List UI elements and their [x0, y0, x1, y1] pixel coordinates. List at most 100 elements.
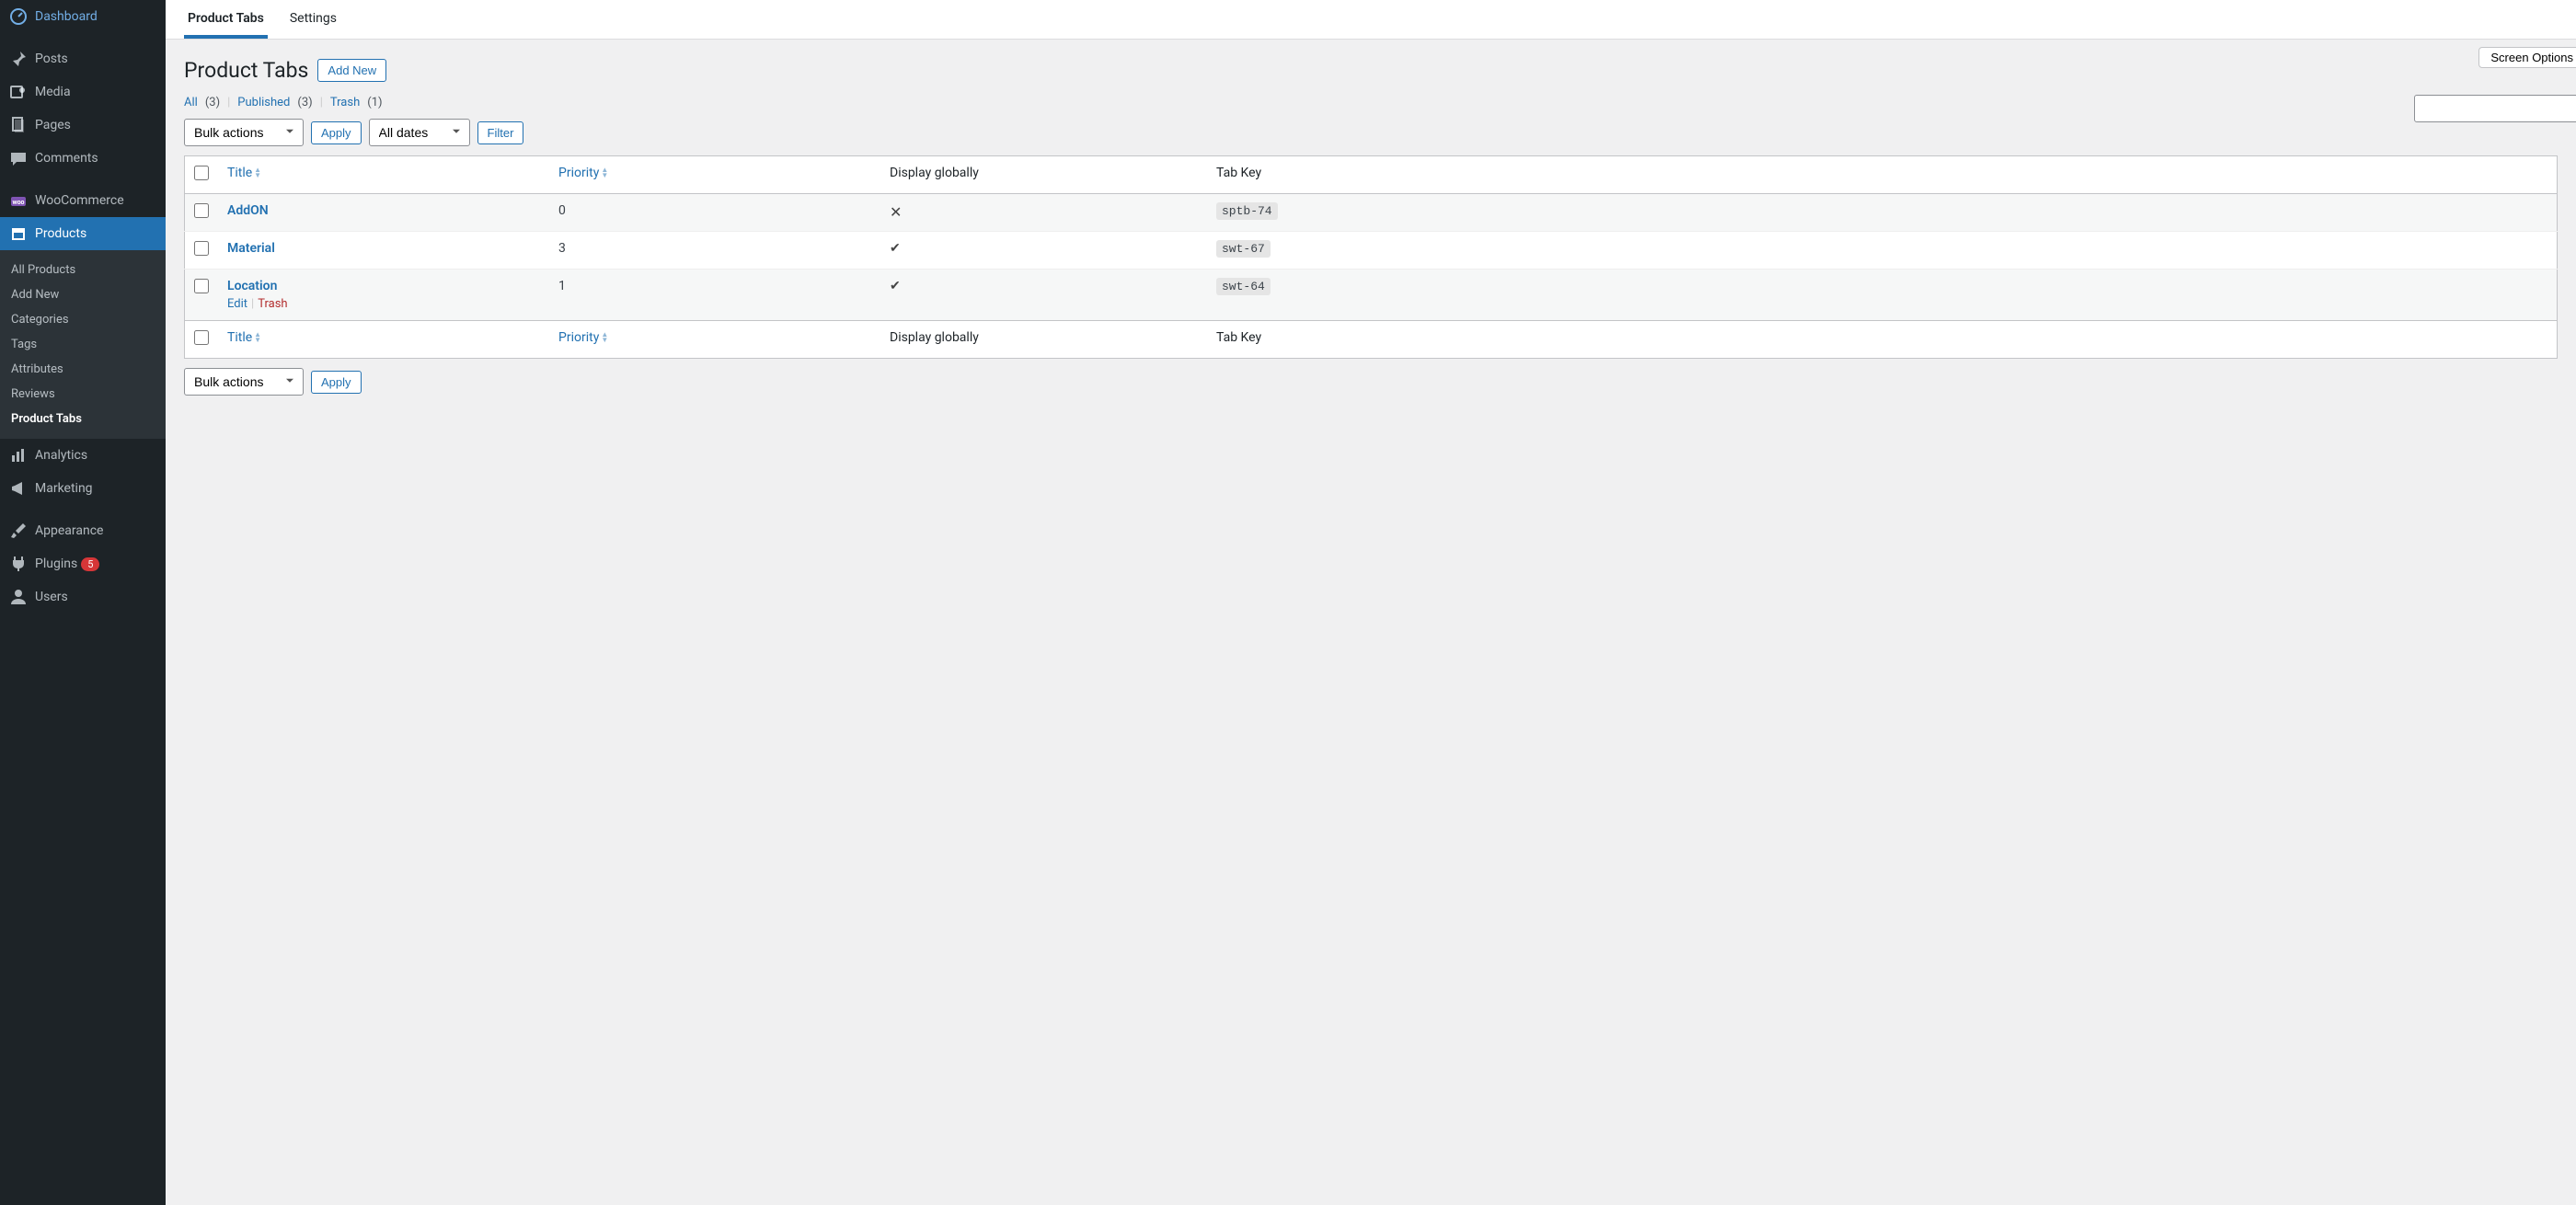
page-icon: [9, 116, 28, 134]
menu-pages[interactable]: Pages: [0, 109, 166, 142]
menu-posts[interactable]: Posts: [0, 42, 166, 75]
row-title-link[interactable]: Location: [227, 279, 277, 293]
menu-label: Plugins: [35, 557, 77, 571]
sort-icon: ▲▼: [601, 332, 608, 343]
submenu-tags[interactable]: Tags: [0, 332, 166, 357]
sort-icon: ▲▼: [254, 167, 261, 178]
filter-all[interactable]: All: [184, 96, 198, 109]
menu-comments[interactable]: Comments: [0, 142, 166, 175]
menu-plugins[interactable]: Plugins 5: [0, 547, 166, 580]
apply-bulk-button-bottom[interactable]: Apply: [311, 371, 362, 394]
filter-all-count: (3): [205, 96, 220, 109]
title-column-footer[interactable]: Title▲▼: [227, 330, 261, 345]
row-title-link[interactable]: AddON: [227, 203, 269, 218]
menu-label: Media: [35, 85, 71, 99]
media-icon: [9, 83, 28, 101]
tabkey-column-header: Tab Key: [1216, 166, 1261, 180]
menu-label: Posts: [35, 52, 68, 66]
menu-media[interactable]: Media: [0, 75, 166, 109]
pin-icon: [9, 50, 28, 68]
filter-published-count: (3): [297, 96, 312, 109]
comment-icon: [9, 149, 28, 167]
filter-trash-count: (1): [367, 96, 382, 109]
row-actions: Edit|Trash: [227, 297, 540, 311]
title-column-header[interactable]: Title▲▼: [227, 166, 261, 180]
bulk-actions-bottom: Bulk actions Apply: [184, 368, 2558, 396]
global-column-header: Display globally: [890, 166, 979, 180]
tab-settings[interactable]: Settings: [286, 0, 340, 39]
dashboard-icon: [9, 7, 28, 26]
submenu-attributes[interactable]: Attributes: [0, 357, 166, 382]
row-checkbox[interactable]: [194, 279, 209, 293]
brush-icon: [9, 522, 28, 540]
bulk-actions-top: Bulk actions Apply All dates Filter: [184, 119, 2558, 146]
filter-trash[interactable]: Trash: [330, 96, 360, 109]
search-input[interactable]: [2414, 95, 2576, 122]
menu-marketing[interactable]: Marketing: [0, 472, 166, 505]
table-row: Material 3 ✔ swt-67: [185, 232, 2558, 270]
row-tabkey: swt-64: [1216, 278, 1271, 295]
yes-icon: ✔: [890, 279, 901, 293]
menu-label: WooCommerce: [35, 193, 124, 208]
yes-icon: ✔: [890, 241, 901, 256]
date-filter-select[interactable]: All dates: [369, 119, 470, 146]
no-icon: ✕: [890, 203, 902, 221]
screen-options-button[interactable]: Screen Options: [2478, 47, 2576, 68]
submenu-reviews[interactable]: Reviews: [0, 382, 166, 407]
submenu-add-new[interactable]: Add New: [0, 282, 166, 307]
select-all-checkbox-footer[interactable]: [194, 330, 209, 345]
products-submenu: All Products Add New Categories Tags Att…: [0, 250, 166, 439]
chart-icon: [9, 446, 28, 465]
global-column-footer: Display globally: [890, 330, 979, 345]
select-all-checkbox[interactable]: [194, 166, 209, 180]
row-priority: 1: [549, 270, 880, 321]
row-checkbox[interactable]: [194, 241, 209, 256]
menu-users[interactable]: Users: [0, 580, 166, 614]
plugin-update-badge: 5: [81, 557, 99, 571]
svg-text:woo: woo: [12, 199, 24, 206]
table-row: AddON 0 ✕ sptb-74: [185, 194, 2558, 232]
table-row: Location Edit|Trash 1 ✔ swt-64: [185, 270, 2558, 321]
filter-published[interactable]: Published: [237, 96, 290, 109]
megaphone-icon: [9, 479, 28, 498]
main-content: Product Tabs Settings Screen Options Pro…: [166, 0, 2576, 1205]
row-priority: 3: [549, 232, 880, 270]
edit-link[interactable]: Edit: [227, 297, 247, 311]
sort-icon: ▲▼: [601, 167, 608, 178]
product-tabs-table: Title▲▼ Priority▲▼ Display globally Tab …: [184, 155, 2558, 359]
row-priority: 0: [549, 194, 880, 232]
status-filter-links: All(3) | Published(3) | Trash(1): [184, 96, 2558, 109]
menu-label: Appearance: [35, 523, 103, 538]
bulk-action-select-bottom[interactable]: Bulk actions: [184, 368, 304, 396]
woo-icon: woo: [9, 191, 28, 210]
menu-dashboard[interactable]: Dashboard: [0, 0, 166, 33]
menu-label: Dashboard: [35, 9, 98, 24]
menu-products[interactable]: Products: [0, 217, 166, 250]
menu-analytics[interactable]: Analytics: [0, 439, 166, 472]
menu-label: Products: [35, 226, 86, 241]
row-title-link[interactable]: Material: [227, 241, 275, 256]
menu-woocommerce[interactable]: woo WooCommerce: [0, 184, 166, 217]
archive-icon: [9, 224, 28, 243]
menu-label: Marketing: [35, 481, 93, 496]
row-checkbox[interactable]: [194, 203, 209, 218]
priority-column-footer[interactable]: Priority▲▼: [558, 330, 608, 345]
filter-button[interactable]: Filter: [477, 121, 524, 144]
priority-column-header[interactable]: Priority▲▼: [558, 166, 608, 180]
page-title: Product Tabs: [184, 58, 308, 83]
submenu-categories[interactable]: Categories: [0, 307, 166, 332]
tab-product-tabs[interactable]: Product Tabs: [184, 0, 268, 39]
row-tabkey: sptb-74: [1216, 202, 1278, 220]
menu-label: Users: [35, 590, 68, 604]
plug-icon: [9, 555, 28, 573]
top-tab-nav: Product Tabs Settings: [166, 0, 2576, 40]
menu-appearance[interactable]: Appearance: [0, 514, 166, 547]
menu-label: Comments: [35, 151, 98, 166]
submenu-all-products[interactable]: All Products: [0, 258, 166, 282]
bulk-action-select[interactable]: Bulk actions: [184, 119, 304, 146]
trash-link[interactable]: Trash: [258, 297, 287, 311]
submenu-product-tabs[interactable]: Product Tabs: [0, 407, 166, 431]
apply-bulk-button[interactable]: Apply: [311, 121, 362, 144]
add-new-button[interactable]: Add New: [317, 59, 386, 82]
row-tabkey: swt-67: [1216, 240, 1271, 258]
